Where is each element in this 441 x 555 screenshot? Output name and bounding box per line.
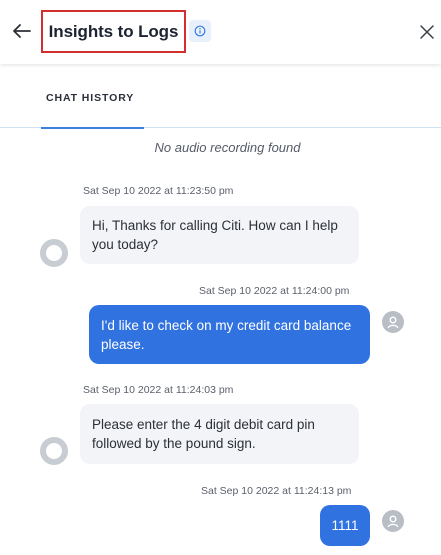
message-timestamp: Sat Sep 10 2022 at 11:24:00 pm — [199, 285, 350, 297]
bot-message-bubble: Hi, Thanks for calling Citi. How can I h… — [80, 206, 359, 264]
back-button[interactable] — [10, 19, 34, 43]
header: Insights to Logs — [0, 0, 441, 64]
user-icon — [387, 515, 399, 528]
page-title: Insights to Logs — [48, 21, 179, 41]
bot-message-bubble: Please enter the 4 digit debit card pin … — [80, 404, 359, 464]
user-avatar — [382, 510, 404, 532]
user-message-bubble: I'd like to check on my credit card bala… — [89, 305, 370, 364]
tab-label: CHAT HISTORY — [46, 92, 135, 104]
no-audio-notice: No audio recording found — [154, 140, 301, 155]
message-timestamp: Sat Sep 10 2022 at 11:23:50 pm — [83, 185, 234, 197]
user-message-bubble: 1111 — [320, 505, 370, 546]
info-button[interactable] — [189, 20, 211, 42]
close-button[interactable] — [416, 21, 438, 43]
title-highlight: Insights to Logs — [41, 10, 186, 53]
bot-avatar — [40, 437, 68, 465]
close-icon — [420, 25, 434, 39]
arrow-left-icon — [13, 24, 31, 38]
tab-bar: CHAT HISTORY — [0, 64, 441, 129]
bot-avatar — [40, 239, 68, 267]
user-icon — [387, 316, 399, 329]
active-tab-indicator — [41, 127, 144, 129]
user-avatar — [382, 311, 404, 333]
info-icon — [194, 25, 206, 37]
tab-chat-history[interactable]: CHAT HISTORY — [41, 64, 144, 129]
message-timestamp: Sat Sep 10 2022 at 11:24:13 pm — [201, 485, 352, 497]
message-timestamp: Sat Sep 10 2022 at 11:24:03 pm — [83, 384, 234, 396]
